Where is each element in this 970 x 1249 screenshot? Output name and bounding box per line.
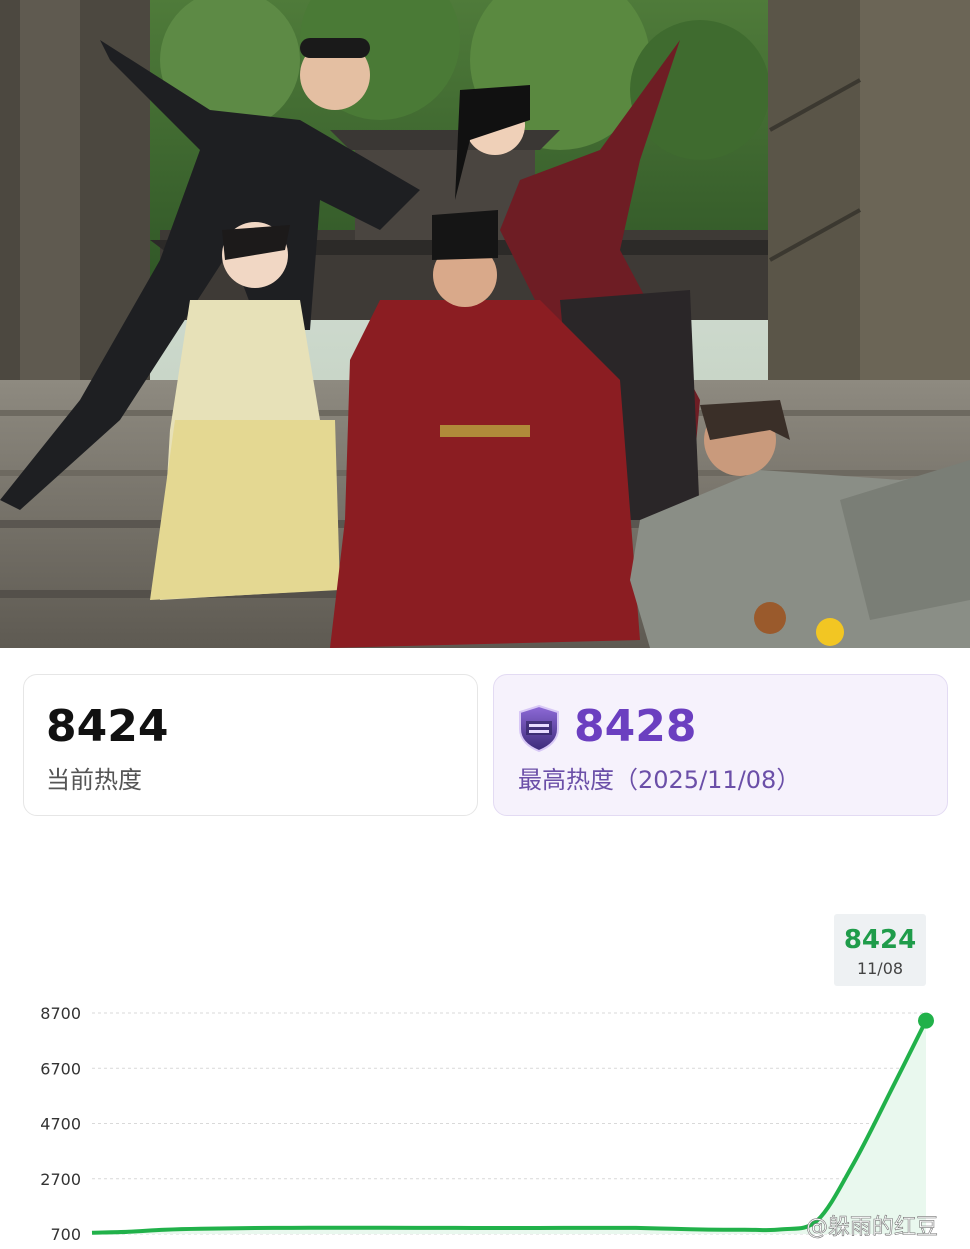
y-tick-label: 2700 [40, 1170, 81, 1189]
chart-points [918, 1012, 934, 1029]
peak-heat-card: 8428 最高热度（2025/11/08） [493, 674, 948, 816]
peak-heat-value: 8428 [574, 701, 697, 752]
tooltip-value: 8424 [844, 925, 916, 955]
current-heat-card: 8424 当前热度 [23, 674, 478, 816]
y-tick-label: 8700 [40, 1004, 81, 1023]
cast-photo [0, 0, 970, 648]
peak-heat-label: 最高热度（2025/11/08） [518, 766, 801, 794]
y-tick-label: 4700 [40, 1115, 81, 1134]
series-line [91, 1019, 928, 1235]
current-heat-value: 8424 [46, 701, 169, 752]
chart-gridlines [92, 1012, 926, 1235]
chart-tooltip: 8424 11/08 [834, 914, 926, 986]
chart-area-fill [92, 1020, 926, 1234]
y-tick-label: 6700 [40, 1059, 81, 1078]
y-axis-ticks: 700 2700 4700 6700 8700 [40, 1004, 81, 1244]
watermark-text: @躲雨的红豆 [806, 1215, 938, 1240]
heat-trend-chart: 700 2700 4700 6700 8700 8424 11/08 @躲雨的红豆 [0, 900, 970, 1249]
tooltip-date: 11/08 [857, 959, 903, 978]
shield-badge-icon [514, 703, 564, 753]
last-data-point[interactable] [918, 1012, 934, 1029]
current-heat-label: 当前热度 [46, 766, 142, 794]
y-tick-label: 700 [50, 1225, 81, 1244]
